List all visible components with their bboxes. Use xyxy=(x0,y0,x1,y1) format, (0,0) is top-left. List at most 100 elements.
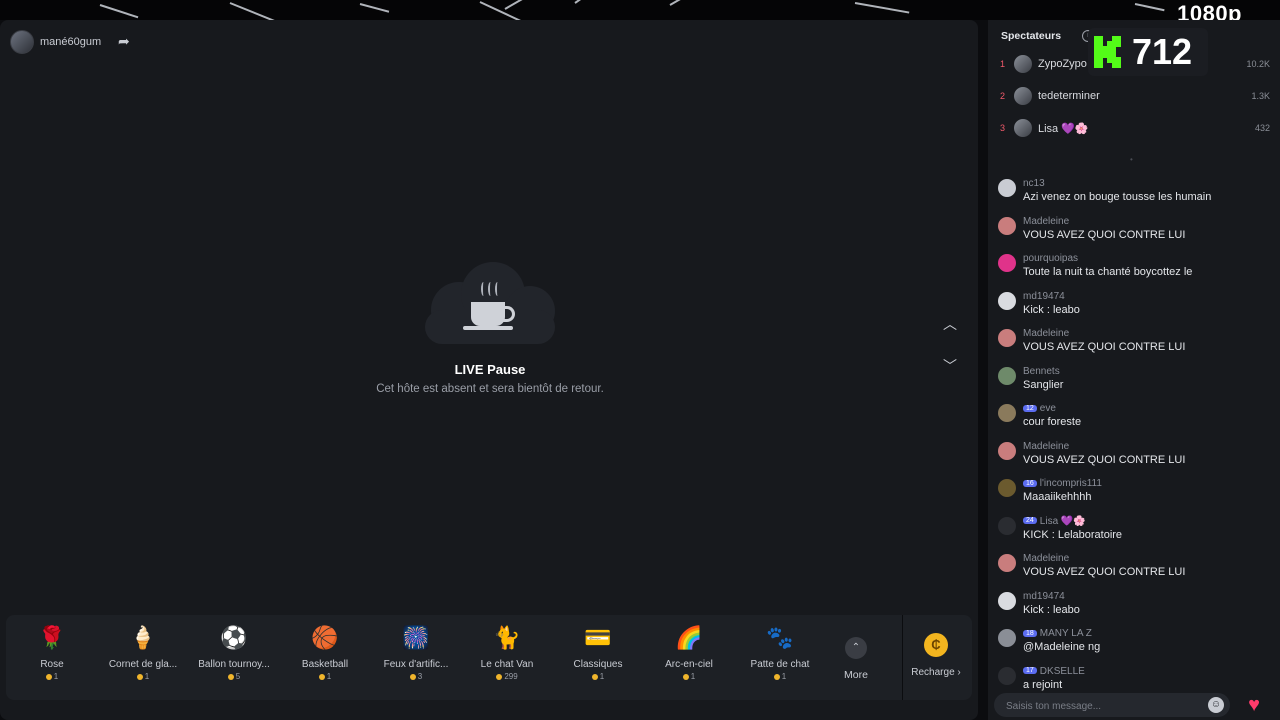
chat-username: MANY LA Z xyxy=(1039,628,1092,639)
chat-avatar[interactable] xyxy=(998,591,1016,610)
share-icon[interactable]: ➦ xyxy=(118,33,130,50)
host-info[interactable]: mané60gum xyxy=(10,30,101,54)
chat-username: md19474 xyxy=(1023,290,1065,302)
chat-input[interactable] xyxy=(1004,697,1198,715)
chat-text: cour foreste xyxy=(1023,416,1082,428)
gift-name: Feux d'artific... xyxy=(383,659,449,670)
level-badge: 16 xyxy=(1023,479,1037,487)
gift-item[interactable]: 🌹 Rose 1 xyxy=(7,615,97,700)
more-gifts-button[interactable]: ⌃ More xyxy=(840,615,872,700)
viewer-score: 432 xyxy=(1254,123,1270,133)
chat-avatar[interactable] xyxy=(998,291,1016,310)
heart-icon[interactable]: ♥ xyxy=(1240,693,1268,717)
chat-username-line[interactable]: 17 DKSELLE xyxy=(1023,666,1085,677)
gift-item[interactable]: 🐈 Le chat Van 299 xyxy=(462,615,552,700)
chat-username-line[interactable]: 12 eve xyxy=(1023,403,1056,414)
gift-list: 🌹 Rose 1 🍦 Cornet de gla... 1 ⚽ Ballon tournoy.… xyxy=(6,615,886,700)
chat-username-line[interactable]: 24 Lisa 💜🌸 xyxy=(1023,516,1086,527)
chat-username-line[interactable]: nc13 xyxy=(1023,178,1045,189)
gift-item[interactable]: 🐾 Patte de chat 1 xyxy=(735,615,825,700)
chat-avatar[interactable] xyxy=(998,554,1016,572)
chat-username-line[interactable]: Madeleine xyxy=(1023,441,1069,452)
host-name[interactable]: mané60gum xyxy=(40,36,101,48)
coin-icon xyxy=(591,673,598,680)
chat-message: Madeleine VOUS AVEZ QUOI CONTRE LUI xyxy=(996,215,1274,251)
top-viewer-row[interactable]: 3 Lisa 💜🌸 432 xyxy=(1000,118,1270,138)
coffee-cloud-icon xyxy=(415,260,565,346)
coin-icon xyxy=(318,673,325,680)
gift-price: 1 xyxy=(280,672,370,681)
chat-text: KICK : Lelaboratoire xyxy=(1023,528,1123,541)
coin-icon xyxy=(682,673,689,680)
chat-username-line[interactable]: Madeleine xyxy=(1023,328,1069,339)
chevron-down-icon[interactable]: ﹀ xyxy=(940,356,960,376)
chevron-up-icon: ⌃ xyxy=(845,637,867,659)
chat-message: nc13 Azi venez on bouge tousse les humain xyxy=(996,177,1274,213)
gift-name: Arc-en-ciel xyxy=(665,659,713,670)
chat-avatar[interactable] xyxy=(998,479,1016,497)
viewer-rank: 2 xyxy=(1000,91,1006,101)
gift-icon: 🐾 xyxy=(766,625,794,650)
chat-username: l'incompris111 xyxy=(1039,478,1102,489)
gift-name: Le chat Van xyxy=(480,659,534,670)
chat-avatar[interactable] xyxy=(998,329,1016,347)
gift-item[interactable]: ⚽ Ballon tournoy... 5 xyxy=(189,615,279,700)
chat-username-line[interactable]: md19474 xyxy=(1023,291,1065,302)
chat-avatar[interactable] xyxy=(998,629,1016,647)
chat-username: Madeleine xyxy=(1023,553,1070,564)
chat-username-line[interactable]: pourquoipas xyxy=(1023,253,1078,264)
chat-avatar[interactable] xyxy=(998,516,1016,535)
chat-avatar[interactable] xyxy=(998,666,1016,685)
viewer-score: 10.2K xyxy=(1246,59,1270,69)
gift-icon: 🎆 xyxy=(402,625,430,650)
chat-text: Kick : leabo xyxy=(1023,303,1080,316)
chat-username-line[interactable]: 16 l'incompris111 xyxy=(1023,478,1102,489)
chat-username-line[interactable]: Madeleine xyxy=(1023,553,1069,564)
chat-avatar[interactable] xyxy=(998,179,1016,197)
chat-avatar[interactable] xyxy=(998,216,1016,235)
gift-icon: 🐈 xyxy=(493,625,521,650)
chat-username: Madeleine xyxy=(1023,328,1070,339)
divider: • xyxy=(1130,155,1133,164)
viewer-rank: 1 xyxy=(1000,59,1006,69)
chat-avatar[interactable] xyxy=(998,404,1016,422)
chat-username: nc13 xyxy=(1023,178,1045,189)
chat-username-line[interactable]: md19474 xyxy=(1023,591,1065,602)
chevron-up-icon[interactable]: ︿ xyxy=(940,314,960,334)
viewer-avatar xyxy=(1014,119,1032,137)
chat-username: md19474 xyxy=(1023,590,1065,602)
stream-top-overlay xyxy=(0,0,1280,20)
top-viewer-row[interactable]: 1 ZypoZypo 10.2K xyxy=(1000,54,1270,74)
chat-username: Madeleine xyxy=(1023,440,1070,452)
gift-price: 3 xyxy=(371,672,461,681)
host-avatar[interactable] xyxy=(10,30,34,54)
gift-item[interactable]: 🎆 Feux d'artific... 3 xyxy=(371,615,461,700)
chat-username-line[interactable]: Madeleine xyxy=(1023,216,1069,227)
gift-item[interactable]: 🌈 Arc-en-ciel 1 xyxy=(644,615,734,700)
chat-text: @Madeleine ng xyxy=(1023,641,1101,653)
coin-icon xyxy=(773,673,780,680)
chat-message: 12 eve cour foreste xyxy=(996,402,1274,438)
level-badge: 24 xyxy=(1023,517,1037,525)
viewer-name: ZypoZypo xyxy=(1038,58,1087,70)
gift-item[interactable]: 🍦 Cornet de gla... 1 xyxy=(98,615,188,700)
chat-message: md19474 Kick : leabo xyxy=(996,590,1274,626)
chat-avatar[interactable] xyxy=(998,441,1016,460)
chat-username-line[interactable]: Bennets xyxy=(1023,366,1060,377)
chat-avatar[interactable] xyxy=(998,254,1016,272)
chat-avatar[interactable] xyxy=(998,366,1016,385)
level-badge: 18 xyxy=(1023,629,1037,637)
gift-item[interactable]: 🏀 Basketball 1 xyxy=(280,615,370,700)
chat-username: Lisa 💜🌸 xyxy=(1039,515,1086,527)
recharge-button[interactable]: ₵ Recharge › xyxy=(902,615,969,700)
viewer-score: 1.3K xyxy=(1251,91,1270,101)
gift-name: Cornet de gla... xyxy=(108,659,178,670)
emoji-icon[interactable]: ☺ xyxy=(1208,697,1224,713)
chat-message: 24 Lisa 💜🌸 KICK : Lelaboratoire xyxy=(996,515,1274,551)
top-viewer-row[interactable]: 2 tedeterminer 1.3K xyxy=(1000,86,1270,106)
chat-username-line[interactable]: 18 MANY LA Z xyxy=(1023,628,1092,639)
gift-name: Patte de chat xyxy=(750,659,810,670)
gift-price: 1 xyxy=(644,672,734,681)
viewers-title: Spectateurs xyxy=(1001,30,1062,42)
gift-item[interactable]: 💳 Classiques 1 xyxy=(553,615,643,700)
